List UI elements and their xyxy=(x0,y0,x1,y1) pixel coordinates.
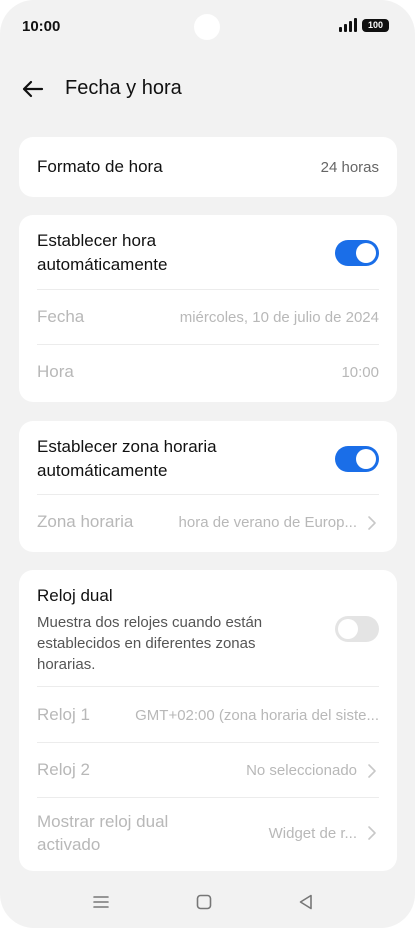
chevron-right-icon xyxy=(368,826,376,840)
auto-time-row[interactable]: Establecer hora automáticamente xyxy=(37,231,379,281)
page-header: Fecha y hora xyxy=(0,62,415,118)
divider xyxy=(37,494,379,495)
dual-clock-desc-line2: establecidos en diferentes zonas xyxy=(37,635,256,652)
toggle-knob xyxy=(356,243,376,263)
arrow-left-icon[interactable] xyxy=(20,76,46,102)
auto-time-label-line1: Establecer hora xyxy=(37,231,157,250)
clock1-value: GMT+02:00 (zona horaria del siste... xyxy=(135,707,379,724)
menu-icon[interactable] xyxy=(91,892,111,912)
clock2-label: Reloj 2 xyxy=(37,760,90,779)
home-icon[interactable] xyxy=(194,892,214,912)
clock2-value: No seleccionado xyxy=(246,762,357,779)
chevron-right-icon xyxy=(368,764,376,778)
divider xyxy=(37,344,379,345)
toggle-knob xyxy=(356,449,376,469)
chevron-right-icon xyxy=(368,516,376,530)
divider xyxy=(37,797,379,798)
time-zone-row: Zona horaria hora de verano de Europ... xyxy=(37,512,379,534)
dual-clock-desc-line1: Muestra dos relojes cuando están xyxy=(37,614,263,631)
phone-screen: 10:00 100 Fecha y hora Formato de hora 2… xyxy=(0,0,415,928)
camera-cutout xyxy=(194,14,220,40)
dual-clock-desc-line3: horarias. xyxy=(37,656,96,673)
divider xyxy=(37,686,379,687)
time-format-label: Formato de hora xyxy=(37,157,163,176)
auto-zone-card: Establecer zona horaria automáticamente … xyxy=(19,421,397,552)
clock1-label: Reloj 1 xyxy=(37,705,90,724)
auto-zone-row[interactable]: Establecer zona horaria automáticamente xyxy=(37,437,379,487)
back-triangle-icon[interactable] xyxy=(296,892,316,912)
hour-value: 10:00 xyxy=(341,364,379,381)
divider xyxy=(37,289,379,290)
auto-zone-label-line1: Establecer zona horaria xyxy=(37,437,217,456)
hour-label: Hora xyxy=(37,362,74,381)
dual-clock-toggle[interactable] xyxy=(335,616,379,642)
status-time: 10:00 xyxy=(22,18,61,35)
clock1-row: Reloj 1 GMT+02:00 (zona horaria del sist… xyxy=(37,705,379,727)
page-title: Fecha y hora xyxy=(65,77,182,99)
auto-time-label-line2: automáticamente xyxy=(37,255,168,274)
auto-time-card: Establecer hora automáticamente Fecha mi… xyxy=(19,215,397,402)
time-zone-value: hora de verano de Europ... xyxy=(178,514,357,531)
time-zone-label: Zona horaria xyxy=(37,512,134,531)
clock2-row: Reloj 2 No seleccionado xyxy=(37,760,379,782)
navigation-bar xyxy=(0,880,415,928)
time-format-value: 24 horas xyxy=(320,159,379,176)
date-value: miércoles, 10 de julio de 2024 xyxy=(179,309,379,326)
battery-icon: 100 xyxy=(362,19,389,32)
divider xyxy=(37,742,379,743)
status-bar: 10:00 100 xyxy=(0,0,415,56)
time-format-row[interactable]: Formato de hora 24 horas xyxy=(19,137,397,197)
date-label: Fecha xyxy=(37,307,85,326)
show-dual-row: Mostrar reloj dual activado Widget de r.… xyxy=(37,812,379,858)
show-dual-value: Widget de r... xyxy=(268,825,357,842)
auto-time-toggle[interactable] xyxy=(335,240,379,266)
hour-row: Hora 10:00 xyxy=(37,362,379,384)
dual-clock-row[interactable]: Reloj dual Muestra dos relojes cuando es… xyxy=(37,586,379,676)
show-dual-label-line1: Mostrar reloj dual xyxy=(37,812,169,831)
dual-clock-label: Reloj dual xyxy=(37,586,113,605)
auto-zone-label-line2: automáticamente xyxy=(37,461,168,480)
dual-clock-card: Reloj dual Muestra dos relojes cuando es… xyxy=(19,570,397,871)
date-row: Fecha miércoles, 10 de julio de 2024 xyxy=(37,307,379,329)
signal-icon xyxy=(339,18,357,32)
auto-zone-toggle[interactable] xyxy=(335,446,379,472)
show-dual-label-line2: activado xyxy=(37,835,101,854)
toggle-knob xyxy=(338,619,358,639)
